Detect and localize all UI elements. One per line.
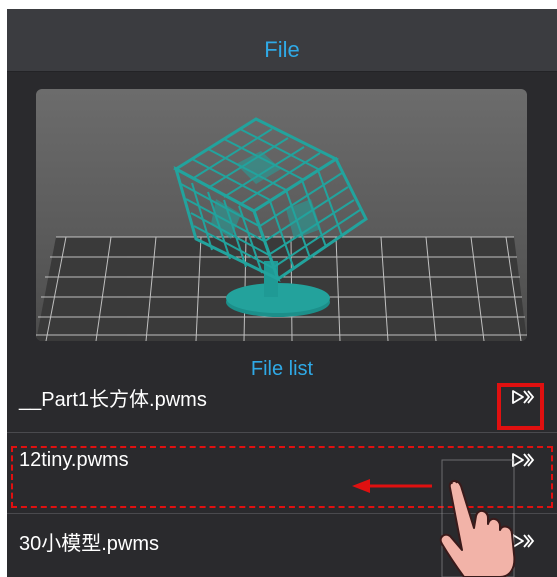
file-name: __Part1长方体.pwms <box>19 388 207 411</box>
highlight-box <box>497 383 544 430</box>
hand-pointer-icon <box>439 459 516 577</box>
file-list-item[interactable]: __Part1长方体.pwms <box>7 370 557 424</box>
file-name: 30小模型.pwms <box>19 532 160 555</box>
swipe-left-arrow-icon <box>352 479 432 493</box>
header-bar: File <box>7 9 557 72</box>
model-preview-image <box>36 117 527 341</box>
page-title: File <box>264 37 300 62</box>
model-preview[interactable] <box>36 89 527 341</box>
